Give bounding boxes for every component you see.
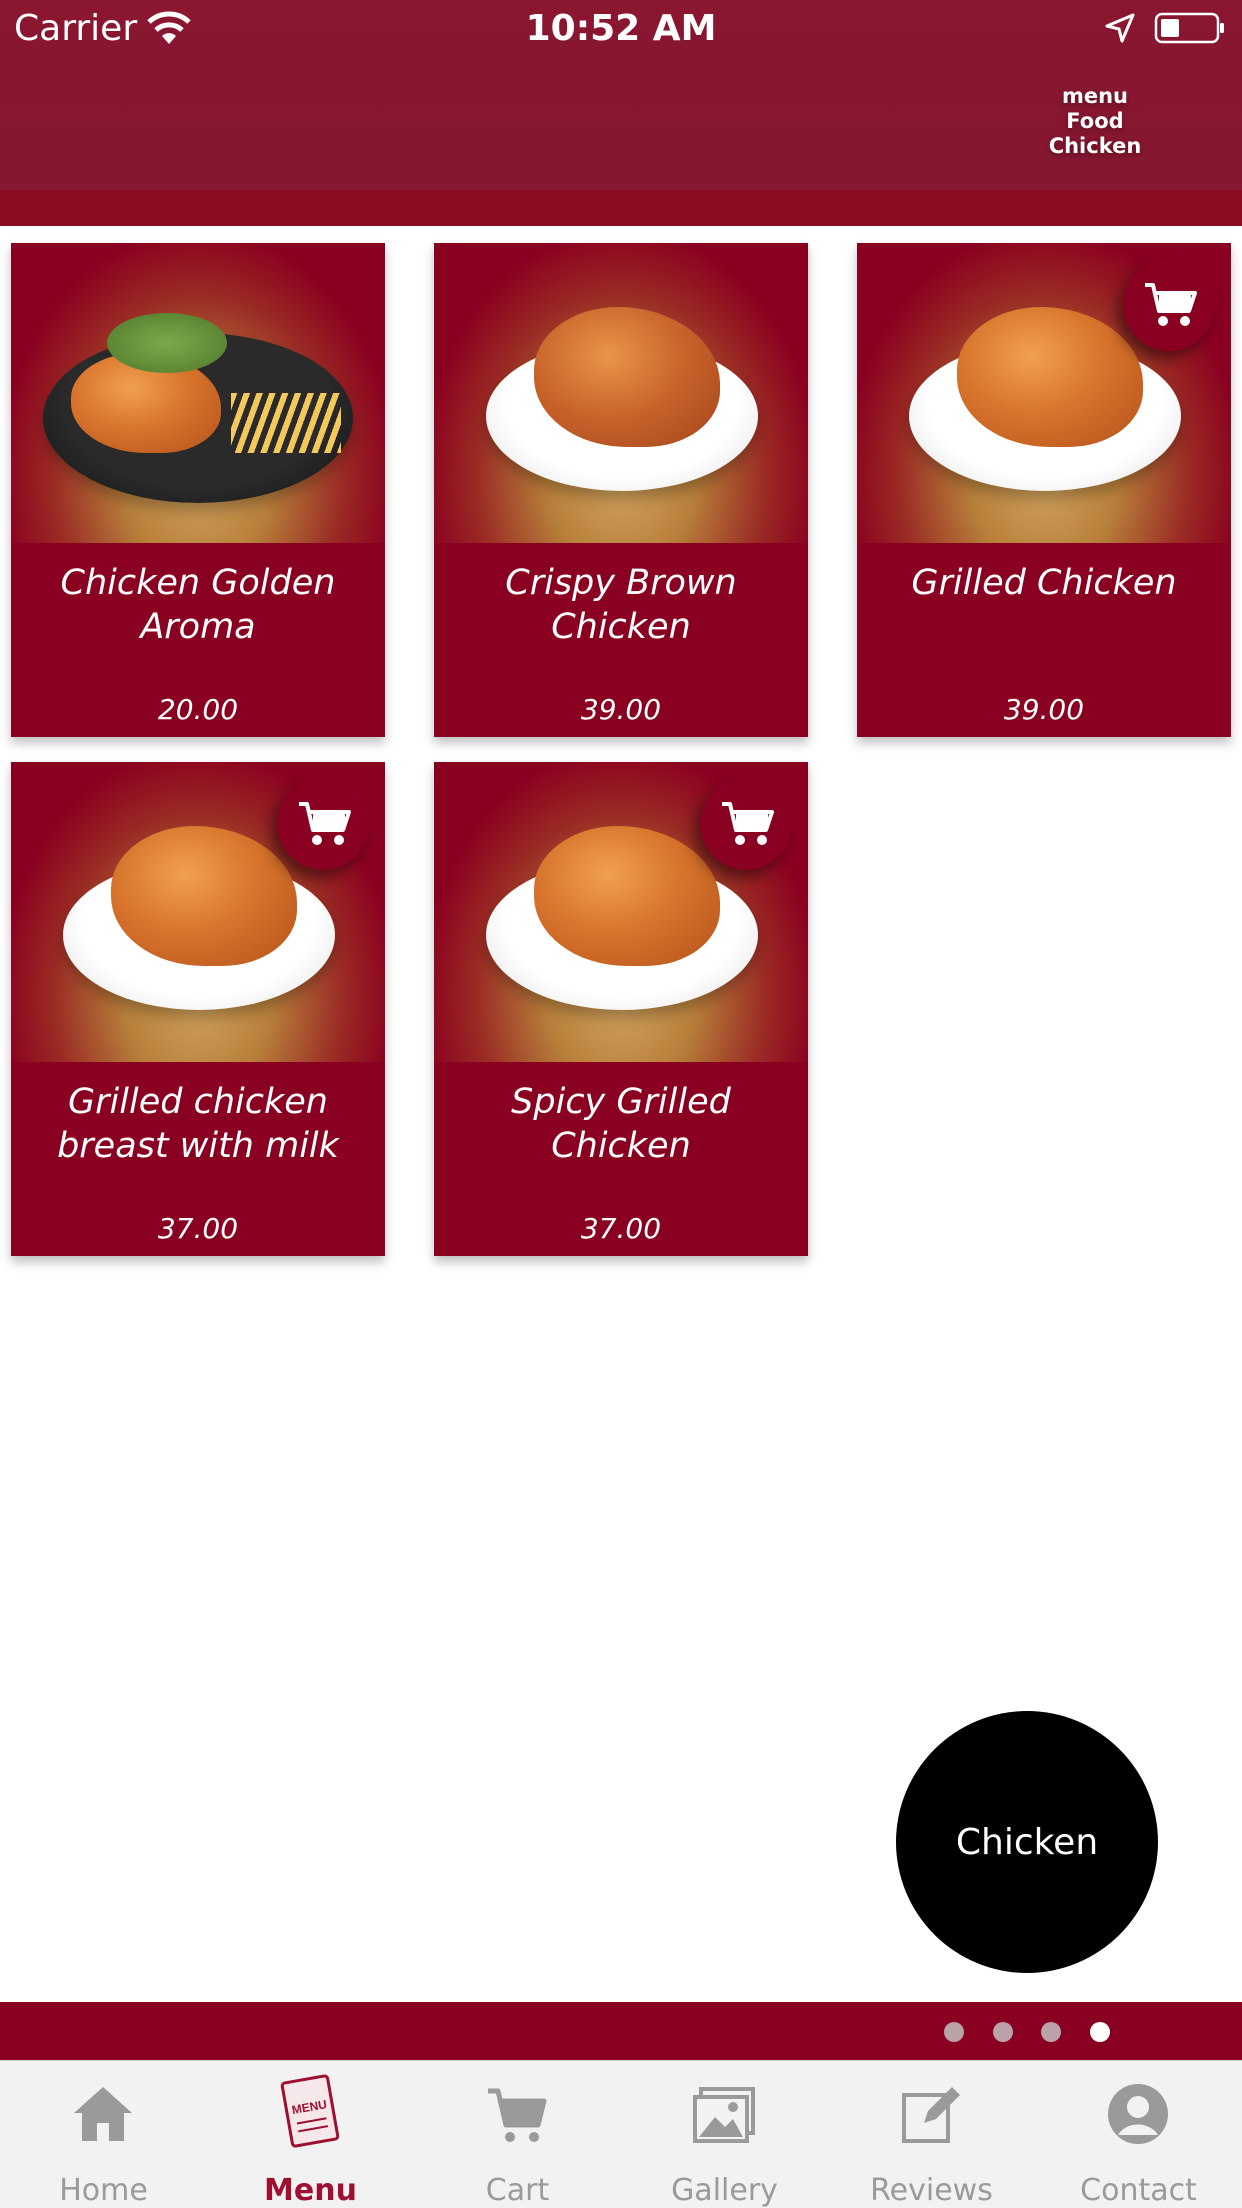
- home-icon: [74, 2087, 132, 2141]
- category-button-label: Chicken: [955, 1821, 1099, 1863]
- product-image: [434, 243, 808, 543]
- nav-header: Carrier 10:52 AM menu Food Chicken: [0, 0, 1242, 190]
- breadcrumb-item-menu[interactable]: menu: [1040, 84, 1150, 109]
- page-dot-active[interactable]: [1090, 2022, 1110, 2042]
- product-price: 20.00: [157, 693, 239, 726]
- edit-icon: [902, 2087, 960, 2143]
- user-icon: [1108, 2084, 1168, 2144]
- page-indicator: [0, 2002, 1242, 2060]
- product-name: Spicy Grilled Chicken: [511, 1082, 731, 1166]
- tab-label: Gallery: [671, 2173, 778, 2208]
- tab-bar: Home MENU Menu Cart Gallery Reviews Cont…: [0, 2060, 1242, 2208]
- breadcrumb-item-food[interactable]: Food: [1040, 109, 1150, 134]
- product-name: Grilled Chicken: [911, 563, 1177, 603]
- product-image: [11, 243, 385, 543]
- tab-gallery[interactable]: Gallery: [621, 2061, 828, 2208]
- product-price: 37.00: [157, 1212, 239, 1245]
- tab-home[interactable]: Home: [0, 2061, 207, 2208]
- product-price: 39.00: [580, 693, 662, 726]
- battery-icon: [1154, 12, 1224, 44]
- header-accent-bar: [0, 190, 1242, 226]
- tab-label: Contact: [1080, 2173, 1197, 2208]
- product-name: Chicken Golden Aroma: [60, 563, 336, 647]
- cart-icon: [488, 2088, 547, 2142]
- product-card[interactable]: Grilled chicken breast with milk 37.00: [11, 762, 385, 1256]
- add-to-cart-button[interactable]: [277, 778, 369, 870]
- location-arrow-icon: [1105, 13, 1135, 43]
- tab-contact[interactable]: Contact: [1035, 2061, 1242, 2208]
- product-name: Crispy Brown Chicken: [505, 563, 737, 647]
- tab-menu[interactable]: MENU Menu: [207, 2061, 414, 2208]
- clock-time: 10:52 AM: [525, 8, 717, 49]
- tab-reviews[interactable]: Reviews: [828, 2061, 1035, 2208]
- product-price: 37.00: [580, 1212, 662, 1245]
- breadcrumb: menu Food Chicken: [1040, 84, 1150, 159]
- tab-label: Home: [59, 2173, 148, 2208]
- product-card[interactable]: Chicken Golden Aroma 20.00: [11, 243, 385, 737]
- cart-icon: [299, 802, 351, 845]
- product-card[interactable]: Grilled Chicken 39.00: [857, 243, 1231, 737]
- product-price: 39.00: [1003, 693, 1085, 726]
- product-name: Grilled chicken breast with milk: [57, 1082, 339, 1166]
- tab-label: Menu: [264, 2173, 357, 2208]
- add-to-cart-button[interactable]: [700, 778, 792, 870]
- menu-book-icon: MENU: [280, 2074, 340, 2148]
- product-card[interactable]: Spicy Grilled Chicken 37.00: [434, 762, 808, 1256]
- tab-label: Cart: [485, 2173, 550, 2208]
- cart-icon: [1145, 283, 1197, 326]
- tab-cart[interactable]: Cart: [414, 2061, 621, 2208]
- gallery-icon: [693, 2087, 755, 2143]
- add-to-cart-button[interactable]: [1123, 259, 1215, 351]
- product-card[interactable]: Crispy Brown Chicken 39.00: [434, 243, 808, 737]
- cart-icon: [722, 802, 774, 845]
- category-button[interactable]: Chicken: [896, 1711, 1158, 1973]
- page-dot[interactable]: [993, 2022, 1013, 2042]
- breadcrumb-item-chicken[interactable]: Chicken: [1040, 134, 1150, 159]
- page-dot[interactable]: [944, 2022, 964, 2042]
- tab-label: Reviews: [870, 2173, 993, 2208]
- page-dot[interactable]: [1041, 2022, 1061, 2042]
